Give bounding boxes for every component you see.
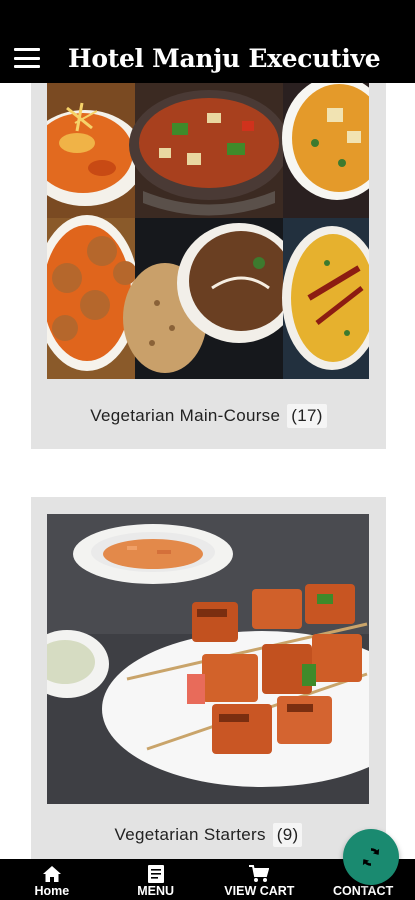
category-title: Vegetarian Main-Course (17) [31, 404, 386, 428]
category-name: Vegetarian Starters [114, 825, 266, 844]
item-count-badge: (17) [287, 404, 327, 428]
refresh-button[interactable] [343, 829, 399, 885]
nav-home[interactable]: Home [0, 859, 104, 900]
category-card-main-course[interactable]: Vegetarian Main-Course (17) [31, 83, 386, 449]
hamburger-menu-icon[interactable] [14, 48, 40, 68]
app-title: Hotel Manju Executive [68, 43, 381, 73]
app-bar: Hotel Manju Executive [0, 33, 415, 83]
nav-menu[interactable]: MENU [104, 859, 208, 900]
cart-icon [249, 864, 270, 884]
starters-paneer-tikka-image [47, 514, 369, 804]
item-count-badge: (9) [272, 823, 303, 847]
category-list[interactable]: Vegetarian Main-Course (17) Vegetarian S… [0, 83, 415, 859]
category-name: Vegetarian Main-Course [90, 406, 281, 425]
refresh-icon [362, 848, 380, 866]
menu-doc-icon [147, 864, 164, 884]
main-course-collage-image [47, 83, 369, 379]
category-card-starters[interactable]: Vegetarian Starters (9) [31, 497, 386, 859]
home-icon [42, 864, 61, 884]
nav-menu-label: MENU [137, 884, 175, 898]
nav-contact-label: CONTACT [333, 884, 394, 898]
category-title: Vegetarian Starters (9) [31, 823, 386, 847]
nav-view-cart[interactable]: VIEW CART [208, 859, 312, 900]
nav-view-cart-label: VIEW CART [224, 884, 295, 898]
nav-home-label: Home [34, 884, 70, 898]
status-bar [0, 0, 415, 33]
